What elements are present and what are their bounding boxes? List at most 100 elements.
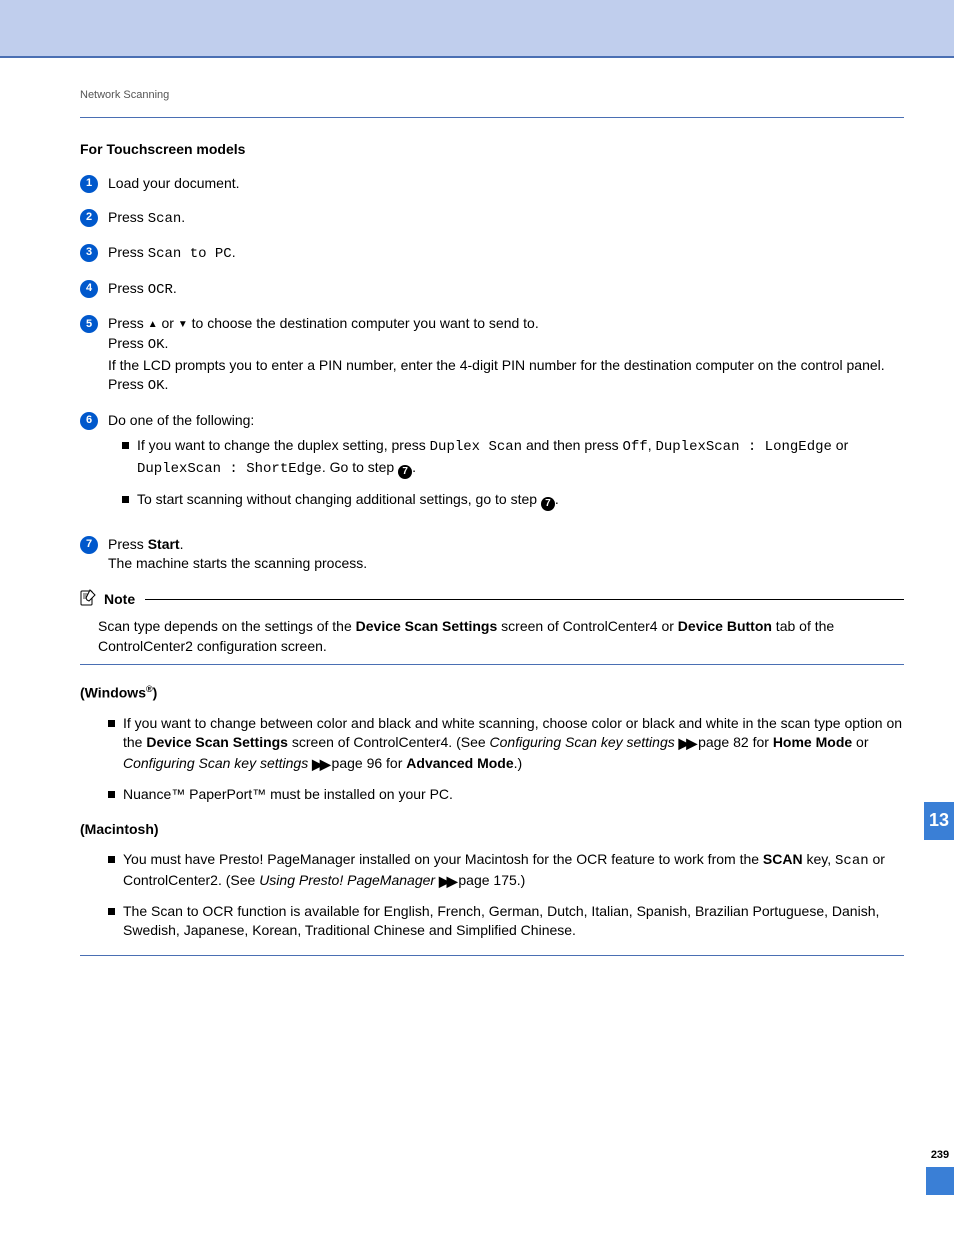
note-bottom-rule <box>80 664 904 665</box>
bold-text: Device Button <box>678 618 772 634</box>
page-number: 239 <box>931 1148 949 1163</box>
mono-text: Duplex Scan <box>430 439 522 455</box>
up-arrow-icon: ▲ <box>148 319 158 330</box>
text: If you want to change the duplex setting… <box>137 437 430 453</box>
text: to choose the destination computer you w… <box>188 315 539 331</box>
bullet-item: The Scan to OCR function is available fo… <box>108 902 904 941</box>
square-bullet-icon <box>122 496 129 503</box>
text: or <box>158 315 178 331</box>
text: The machine starts the scanning process. <box>108 555 367 571</box>
down-arrow-icon: ▼ <box>178 319 188 330</box>
bold-text: Advanced Mode <box>406 755 513 771</box>
step-number-icon: 3 <box>80 244 98 262</box>
text: Press <box>108 536 148 552</box>
note-title: Note <box>104 590 135 610</box>
step-body: Do one of the following: If you want to … <box>108 411 904 521</box>
mono-text: Scan to PC <box>148 246 232 262</box>
step-number-icon: 1 <box>80 175 98 193</box>
step-number-icon: 4 <box>80 280 98 298</box>
step-number-icon: 2 <box>80 209 98 227</box>
mono-text: Off <box>622 439 647 455</box>
text: To start scanning without changing addit… <box>137 491 541 507</box>
note-pencil-icon <box>80 588 98 612</box>
text: .) <box>514 755 523 771</box>
step-4: 4 Press OCR. <box>80 279 904 301</box>
double-arrow-icon: ▶▶ <box>312 756 328 772</box>
step-number-icon: 6 <box>80 412 98 430</box>
bold-text: Home Mode <box>773 734 852 750</box>
mono-text: OK <box>148 378 165 394</box>
mono-text: Scan <box>835 853 869 869</box>
text: Press <box>108 376 148 392</box>
step-ref-icon: 7 <box>541 497 555 511</box>
bold-text: Start <box>148 536 180 552</box>
step-body: Press Scan to PC. <box>108 243 904 265</box>
header-bar <box>0 0 954 58</box>
section-heading: For Touchscreen models <box>80 140 904 160</box>
text: page 175.) <box>455 872 526 888</box>
text: Scan type depends on the settings of the <box>98 618 356 634</box>
note-block: Note Scan type depends on the settings o… <box>80 588 904 666</box>
step-7: 7 Press Start. The machine starts the sc… <box>80 535 904 574</box>
text: and then press <box>522 437 622 453</box>
step-number-icon: 5 <box>80 315 98 333</box>
text: You must have Presto! PageManager instal… <box>123 851 763 867</box>
mono-text: DuplexScan : LongEdge <box>655 439 831 455</box>
text: screen of ControlCenter4 or <box>497 618 678 634</box>
mono-text: Scan <box>148 211 182 227</box>
text: Press <box>108 315 148 331</box>
bullet-item: To start scanning without changing addit… <box>122 490 904 511</box>
step-body: Load your document. <box>108 174 904 194</box>
section-bottom-rule <box>80 955 904 956</box>
note-rule <box>145 599 904 600</box>
square-bullet-icon <box>108 791 115 798</box>
text: Nuance™ PaperPort™ must be installed on … <box>123 785 453 805</box>
heading-rule <box>80 117 904 118</box>
square-bullet-icon <box>108 856 115 863</box>
bullet-item: If you want to change the duplex setting… <box>122 436 904 479</box>
chapter-tab: 13 <box>924 802 954 840</box>
page-content: Network Scanning For Touchscreen models … <box>0 68 954 976</box>
bullet-item: You must have Presto! PageManager instal… <box>108 850 904 892</box>
text: Press <box>108 209 148 225</box>
bold-text: Device Scan Settings <box>146 734 288 750</box>
step-5: 5 Press ▲ or ▼ to choose the destination… <box>80 314 904 396</box>
text: screen of ControlCenter4. (See <box>288 734 490 750</box>
breadcrumb: Network Scanning <box>80 88 904 103</box>
text: Press <box>108 244 148 260</box>
text: key, <box>803 851 835 867</box>
step-body: Press Scan. <box>108 208 904 230</box>
page-number-block: 239 <box>926 1148 954 1195</box>
text: or <box>832 437 848 453</box>
step-body: Press Start. The machine starts the scan… <box>108 535 904 574</box>
italic-text: Configuring Scan key settings <box>490 734 675 750</box>
text: page 96 for <box>328 755 407 771</box>
double-arrow-icon: ▶▶ <box>679 735 695 751</box>
text: page 82 for <box>694 734 773 750</box>
windows-heading: (Windows®) <box>80 683 904 703</box>
page-strip <box>926 1167 954 1195</box>
text: If the LCD prompts you to enter a PIN nu… <box>108 357 885 373</box>
step-body: Press ▲ or ▼ to choose the destination c… <box>108 314 904 396</box>
mono-text: OK <box>148 337 165 353</box>
text: Press <box>108 280 148 296</box>
step-1: 1 Load your document. <box>80 174 904 194</box>
text: . Go to step <box>322 459 398 475</box>
double-arrow-icon: ▶▶ <box>439 873 455 889</box>
italic-text: Configuring Scan key settings <box>123 755 308 771</box>
bold-text: Device Scan Settings <box>356 618 498 634</box>
text: The Scan to OCR function is available fo… <box>123 902 904 941</box>
italic-text: Using Presto! PageManager <box>259 872 435 888</box>
square-bullet-icon <box>122 442 129 449</box>
text: Press <box>108 335 148 351</box>
mono-text: DuplexScan : ShortEdge <box>137 461 322 477</box>
square-bullet-icon <box>108 720 115 727</box>
text: Do one of the following: <box>108 412 254 428</box>
step-number-icon: 7 <box>80 536 98 554</box>
bold-text: SCAN <box>763 851 803 867</box>
note-body: Scan type depends on the settings of the… <box>98 617 904 656</box>
bullet-item: If you want to change between color and … <box>108 714 904 775</box>
step-3: 3 Press Scan to PC. <box>80 243 904 265</box>
mono-text: OCR <box>148 282 173 298</box>
step-6: 6 Do one of the following: If you want t… <box>80 411 904 521</box>
